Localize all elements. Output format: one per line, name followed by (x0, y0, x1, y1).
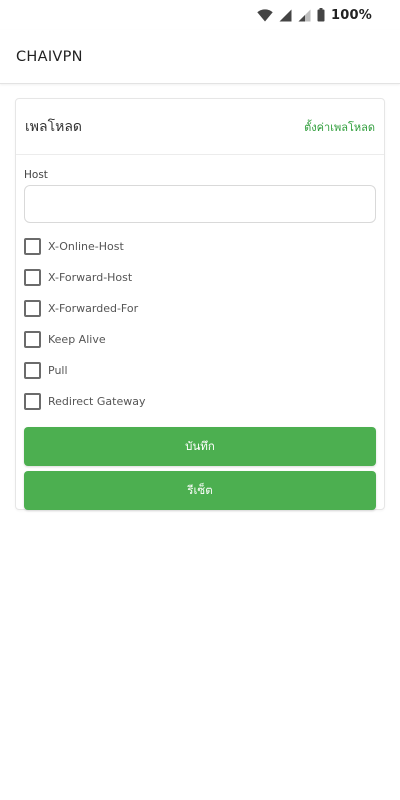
option-label: Pull (48, 364, 68, 377)
option-label: X-Online-Host (48, 240, 124, 253)
option-redirect-gateway[interactable]: Redirect Gateway (24, 386, 376, 417)
option-x-forward-host[interactable]: X-Forward-Host (24, 262, 376, 293)
option-pull[interactable]: Pull (24, 355, 376, 386)
app-title: CHAIVPN (16, 48, 83, 65)
option-label: Keep Alive (48, 333, 106, 346)
option-x-online-host[interactable]: X-Online-Host (24, 231, 376, 262)
battery-percentage: 100% (331, 7, 372, 23)
battery-icon (317, 8, 325, 22)
save-button[interactable]: บันทึก (24, 427, 376, 466)
x-online-host-checkbox[interactable] (24, 238, 41, 255)
redirect-gateway-checkbox[interactable] (24, 393, 41, 410)
option-label: X-Forwarded-For (48, 302, 139, 315)
reset-button[interactable]: รีเซ็ต (24, 471, 376, 510)
host-input[interactable] (24, 185, 376, 223)
option-label: Redirect Gateway (48, 395, 146, 408)
payload-card-title: เพลโหลด (25, 118, 83, 135)
option-keep-alive[interactable]: Keep Alive (24, 324, 376, 355)
x-forward-host-checkbox[interactable] (24, 269, 41, 286)
option-label: X-Forward-Host (48, 271, 133, 284)
option-x-forwarded-for[interactable]: X-Forwarded-For (24, 293, 376, 324)
status-bar: 100% (0, 0, 400, 30)
host-label: Host (24, 169, 48, 181)
pull-checkbox[interactable] (24, 362, 41, 379)
payload-card: เพลโหลด ตั้งค่าเพลโหลด Host X-Online-Hos… (15, 98, 385, 510)
payload-card-header: เพลโหลด ตั้งค่าเพลโหลด (16, 99, 384, 155)
payload-settings-link[interactable]: ตั้งค่าเพลโหลด (304, 118, 375, 136)
app-bar: CHAIVPN (0, 30, 400, 84)
header-options-list: X-Online-Host X-Forward-Host X-Forwarded… (24, 231, 376, 417)
payload-card-body: Host X-Online-Host X-Forward-Host X-Forw… (16, 155, 384, 510)
signal-weak-icon (298, 9, 311, 22)
x-forwarded-for-checkbox[interactable] (24, 300, 41, 317)
signal-icon (279, 9, 292, 22)
keep-alive-checkbox[interactable] (24, 331, 41, 348)
wifi-icon (257, 8, 273, 22)
